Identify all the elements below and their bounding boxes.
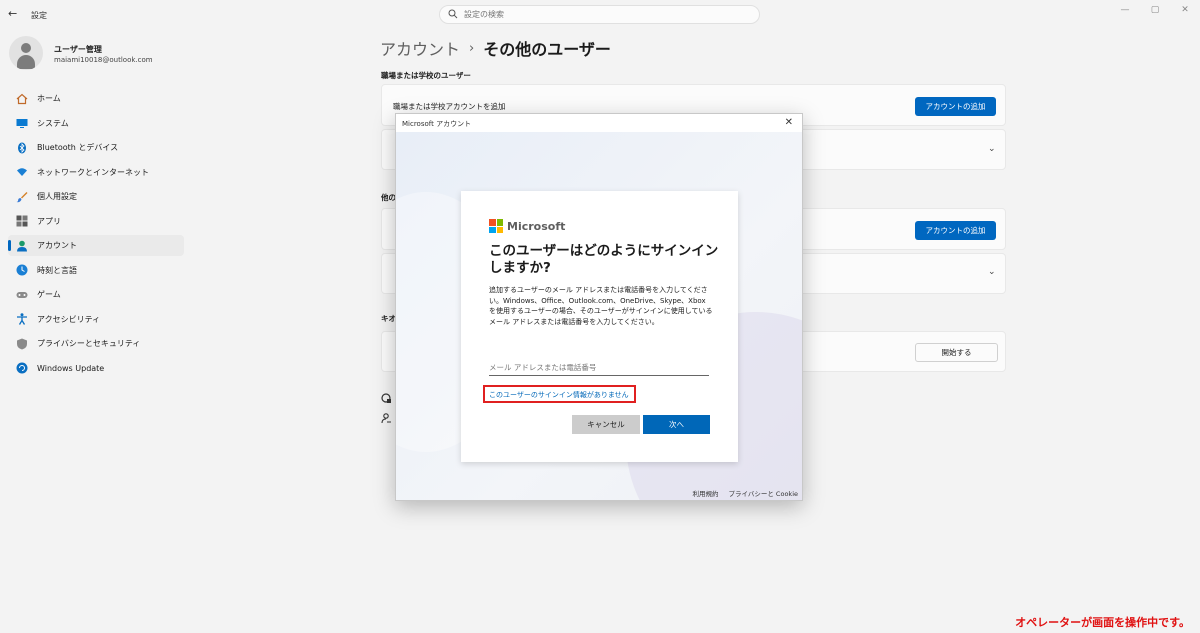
sidebar-item-gaming[interactable]: ゲーム xyxy=(8,284,184,305)
feedback-icon xyxy=(381,413,391,424)
microsoft-account-dialog: Microsoft アカウント ✕ Microsoft このユーザーはどのように… xyxy=(395,113,803,501)
sidebar-item-label: 個人用設定 xyxy=(37,192,77,201)
signin-description: 追加するユーザーのメール アドレスまたは電話番号を入力してください。Window… xyxy=(489,286,713,326)
chevron-down-icon[interactable]: ⌄ xyxy=(988,144,996,154)
profile[interactable]: ユーザー管理 maiami10018@outlook.com xyxy=(9,36,189,72)
sidebar-item-label: アクセシビリティ xyxy=(37,314,101,324)
sidebar-nav: ホーム システム Bluetooth とデバイス ネットワークとインターネット … xyxy=(8,88,184,382)
profile-email: maiami10018@outlook.com xyxy=(54,56,153,64)
add-work-account-button[interactable]: アカウントの追加 xyxy=(915,97,996,116)
sidebar-item-personalization[interactable]: 個人用設定 xyxy=(8,186,184,207)
minimize-icon[interactable]: — xyxy=(1118,4,1132,16)
breadcrumb-separator: › xyxy=(469,40,475,56)
page-title: その他のユーザー xyxy=(483,40,611,59)
account-icon xyxy=(17,240,27,251)
get-help-link[interactable] xyxy=(381,393,392,404)
title-bar: ← 設定 — ▢ ✕ xyxy=(0,0,1200,30)
signin-heading: このユーザーはどのようにサインインしますか? xyxy=(489,243,719,276)
sidebar-item-home[interactable]: ホーム xyxy=(8,88,184,109)
sidebar-item-label: システム xyxy=(37,118,69,128)
email-phone-input[interactable] xyxy=(489,360,709,376)
sidebar-item-accessibility[interactable]: アクセシビリティ xyxy=(8,309,184,330)
window-controls: — ▢ ✕ xyxy=(1118,4,1192,16)
close-icon[interactable]: ✕ xyxy=(785,117,793,128)
sidebar-item-label: ホーム xyxy=(37,94,61,103)
sidebar-item-label: Windows Update xyxy=(37,363,105,373)
next-button[interactable]: 次へ xyxy=(643,415,710,434)
update-icon xyxy=(16,362,28,374)
section-title-kiosk: キオ xyxy=(381,314,396,323)
cancel-button[interactable]: キャンセル xyxy=(572,415,640,434)
search-box[interactable] xyxy=(439,5,760,24)
breadcrumb-parent[interactable]: アカウント xyxy=(380,36,460,60)
section-title-other-users: 他の xyxy=(381,193,396,202)
sidebar-item-label: 時刻と言語 xyxy=(37,265,77,275)
bluetooth-icon xyxy=(18,142,26,153)
chevron-down-icon[interactable]: ⌄ xyxy=(988,267,996,277)
home-icon xyxy=(16,93,28,104)
dialog-footer: 利用規約 プライバシーと Cookie xyxy=(693,488,799,498)
terms-link[interactable]: 利用規約 xyxy=(693,488,719,498)
sidebar-item-privacy[interactable]: プライバシーとセキュリティ xyxy=(8,333,184,354)
microsoft-logo-icon xyxy=(489,219,503,233)
microsoft-brand-text: Microsoft xyxy=(507,219,566,233)
accessibility-icon xyxy=(17,313,27,325)
search-input[interactable] xyxy=(464,8,744,21)
signin-card: Microsoft このユーザーはどのようにサインインしますか? 追加するユーザ… xyxy=(461,191,738,462)
maximize-icon[interactable]: ▢ xyxy=(1148,4,1162,16)
give-feedback-link[interactable] xyxy=(381,413,392,424)
no-signin-info-link[interactable]: このユーザーのサインイン情報がありません xyxy=(483,385,636,403)
back-arrow-icon[interactable]: ← xyxy=(8,8,20,20)
system-icon xyxy=(16,119,28,128)
app-title: 設定 xyxy=(31,11,47,20)
sidebar-item-time-language[interactable]: 時刻と言語 xyxy=(8,260,184,281)
start-kiosk-button[interactable]: 開始する xyxy=(915,343,998,362)
globe-clock-icon xyxy=(16,264,28,276)
sidebar-item-apps[interactable]: アプリ xyxy=(8,211,184,232)
section-title-work-school: 職場または学校のユーザー xyxy=(381,71,471,80)
sidebar-item-label: ゲーム xyxy=(37,290,61,299)
sidebar-item-bluetooth[interactable]: Bluetooth とデバイス xyxy=(8,137,184,158)
sidebar-item-network[interactable]: ネットワークとインターネット xyxy=(8,162,184,183)
close-window-icon[interactable]: ✕ xyxy=(1178,4,1192,16)
wifi-icon xyxy=(17,168,27,176)
help-icon xyxy=(381,393,391,403)
sidebar-item-windows-update[interactable]: Windows Update xyxy=(8,358,184,379)
shield-icon xyxy=(17,338,27,349)
sidebar-item-label: アプリ xyxy=(37,216,61,226)
sidebar-item-system[interactable]: システム xyxy=(8,113,184,134)
brush-icon xyxy=(16,191,28,202)
apps-icon xyxy=(16,215,28,227)
sidebar-item-accounts[interactable]: アカウント xyxy=(8,235,184,256)
profile-name: ユーザー管理 xyxy=(54,45,102,54)
search-icon xyxy=(448,9,458,19)
dialog-title-bar: Microsoft アカウント ✕ xyxy=(396,114,802,132)
gamepad-icon xyxy=(16,291,28,298)
add-other-user-button[interactable]: アカウントの追加 xyxy=(915,221,996,240)
microsoft-logo: Microsoft xyxy=(489,219,565,233)
sidebar-item-label: Bluetooth とデバイス xyxy=(37,143,119,152)
sidebar-item-label: ネットワークとインターネット xyxy=(37,167,149,177)
dialog-background: Microsoft このユーザーはどのようにサインインしますか? 追加するユーザ… xyxy=(396,132,802,500)
add-work-account-label: 職場または学校アカウントを追加 xyxy=(393,102,506,111)
sidebar-item-label: アカウント xyxy=(37,241,77,250)
privacy-cookies-link[interactable]: プライバシーと Cookie xyxy=(729,488,799,498)
sidebar-item-label: プライバシーとセキュリティ xyxy=(37,339,141,348)
operator-note: オペレーターが画面を操作中です。 xyxy=(1015,616,1190,629)
avatar xyxy=(9,36,43,70)
breadcrumb: アカウント › その他のユーザー xyxy=(380,36,611,60)
dialog-title: Microsoft アカウント xyxy=(402,120,472,128)
